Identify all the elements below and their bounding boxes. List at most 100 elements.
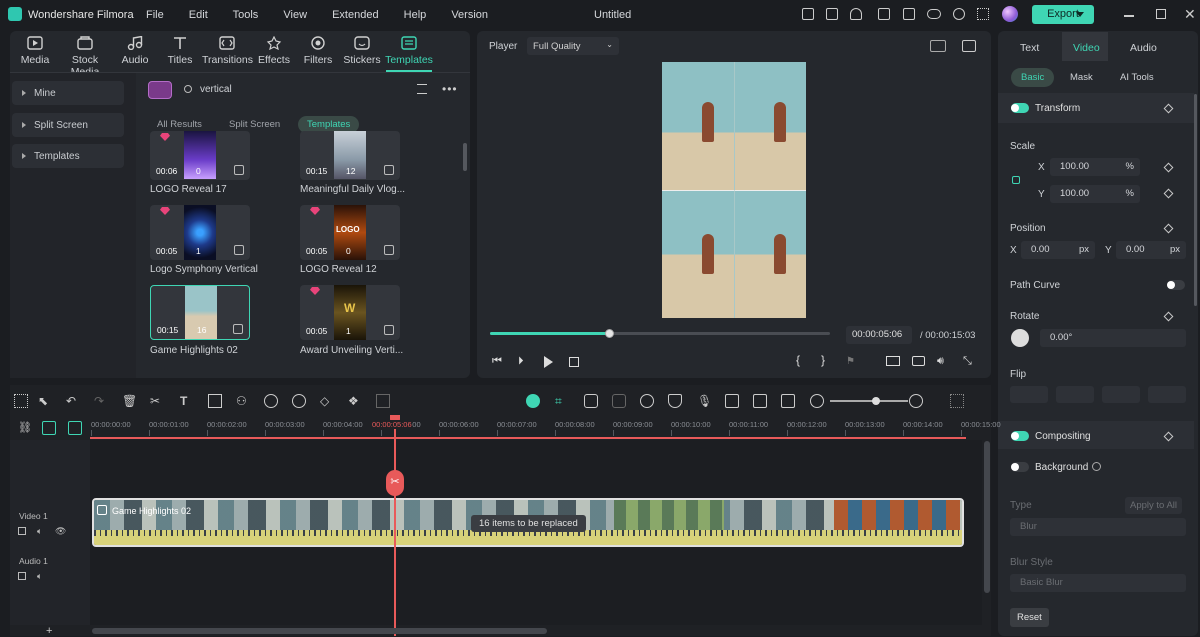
- type-select[interactable]: Blur: [1010, 518, 1186, 536]
- rotate-field[interactable]: 0.00°: [1040, 329, 1186, 347]
- text-icon[interactable]: T: [180, 394, 194, 408]
- sidebar-item-templates[interactable]: Templates: [12, 144, 124, 168]
- layout-grid-icon[interactable]: [14, 394, 28, 408]
- mark-out-icon[interactable]: }: [821, 353, 825, 367]
- gift-icon[interactable]: [802, 8, 814, 20]
- tab-all-results[interactable]: All Results: [157, 119, 202, 130]
- transform-toggle[interactable]: [1011, 103, 1029, 113]
- tab-split-screen[interactable]: Split Screen: [229, 119, 280, 130]
- toolbar-transitions[interactable]: Transitions: [202, 36, 253, 66]
- render-icon[interactable]: [612, 394, 626, 408]
- subtab-ai-tools[interactable]: AI Tools: [1120, 72, 1154, 83]
- playback-progress-track[interactable]: [490, 329, 830, 338]
- scale-y-field[interactable]: 100.00%: [1050, 185, 1140, 203]
- audio-meter-icon[interactable]: 🔊︎: [937, 355, 944, 368]
- auto-ripple-icon[interactable]: [584, 394, 598, 408]
- image-edit-icon[interactable]: [826, 8, 838, 20]
- ai-template-button[interactable]: [148, 81, 172, 99]
- track-lock-icon[interactable]: [18, 527, 26, 535]
- color-icon[interactable]: ⚇: [236, 394, 250, 408]
- toolbar-audio[interactable]: Audio: [110, 36, 160, 66]
- download-icon[interactable]: [233, 324, 243, 334]
- notification-icon[interactable]: [850, 8, 862, 20]
- save-icon[interactable]: [903, 8, 915, 20]
- redo-icon[interactable]: ↷: [94, 394, 108, 408]
- add-track-icon[interactable]: [42, 421, 56, 435]
- apply-to-all-button[interactable]: Apply to All: [1125, 497, 1182, 514]
- headset-icon[interactable]: [953, 8, 965, 20]
- menu-edit[interactable]: Edit: [189, 9, 208, 21]
- subtab-mask[interactable]: Mask: [1070, 72, 1093, 83]
- toolbar-stickers[interactable]: Stickers: [337, 36, 387, 66]
- marker-icon[interactable]: ⚑: [846, 356, 855, 367]
- template-card-selected[interactable]: 00:15 16: [150, 285, 250, 340]
- maximize-icon[interactable]: [1156, 9, 1166, 19]
- download-icon[interactable]: [384, 245, 394, 255]
- menu-version[interactable]: Version: [451, 9, 488, 21]
- export-dropdown-icon[interactable]: [1076, 12, 1084, 21]
- background-toggle[interactable]: [1011, 462, 1029, 472]
- track-manager-icon[interactable]: [68, 421, 82, 435]
- snap-icon[interactable]: ⌗: [555, 394, 569, 408]
- menu-tools[interactable]: Tools: [233, 9, 259, 21]
- select-cursor-icon[interactable]: ⬉: [38, 394, 52, 408]
- add-track-plus-icon[interactable]: +: [46, 625, 52, 637]
- speed-icon[interactable]: [292, 394, 306, 408]
- cloud-icon[interactable]: [927, 9, 941, 19]
- sidebar-item-split-screen[interactable]: Split Screen: [12, 113, 124, 137]
- rotate-dial[interactable]: [1011, 329, 1029, 347]
- template-card[interactable]: W 00:05 1: [300, 285, 400, 340]
- path-curve-toggle[interactable]: [1167, 280, 1185, 290]
- grid-apps-icon[interactable]: [977, 8, 989, 20]
- toolbar-effects[interactable]: Effects: [249, 36, 299, 66]
- split-icon[interactable]: ✂: [150, 394, 164, 408]
- zoom-in-icon[interactable]: [909, 394, 923, 408]
- playback-progress-handle[interactable]: [605, 329, 614, 338]
- menu-help[interactable]: Help: [404, 9, 427, 21]
- reset-button[interactable]: Reset: [1010, 608, 1049, 627]
- download-icon[interactable]: [384, 165, 394, 175]
- crop-icon[interactable]: [208, 394, 222, 408]
- rotate-counterclockwise-button[interactable]: [1148, 386, 1186, 403]
- template-card[interactable]: LOGO 00:05 0: [300, 205, 400, 260]
- toolbar-media[interactable]: Media: [10, 36, 60, 66]
- upload-icon[interactable]: [878, 8, 890, 20]
- position-y-field[interactable]: 0.00 px: [1116, 241, 1186, 259]
- search-input[interactable]: vertical: [200, 84, 400, 95]
- track-mute-icon[interactable]: 🔈︎: [37, 571, 42, 582]
- more-options-icon[interactable]: •••: [442, 82, 458, 96]
- undo-icon[interactable]: ↶: [66, 394, 80, 408]
- keyframe-tool-icon[interactable]: ◇: [320, 394, 334, 408]
- stop-icon[interactable]: [569, 357, 579, 367]
- track-lock-icon[interactable]: [18, 572, 26, 580]
- subtitle-icon[interactable]: [725, 394, 739, 408]
- tab-text[interactable]: Text: [1020, 42, 1039, 54]
- timeline-settings-icon[interactable]: [950, 394, 964, 408]
- microphone-icon[interactable]: 🎙︎: [697, 394, 712, 408]
- flip-horizontal-button[interactable]: [1010, 386, 1048, 403]
- avatar[interactable]: [1002, 6, 1018, 22]
- zoom-out-icon[interactable]: [810, 394, 824, 408]
- properties-scrollbar[interactable]: [1194, 94, 1197, 306]
- rotate-clockwise-button[interactable]: [1102, 386, 1140, 403]
- close-icon[interactable]: ✕: [1184, 7, 1196, 21]
- filter-icon[interactable]: [417, 84, 427, 94]
- blur-style-select[interactable]: Basic Blur: [1010, 574, 1186, 592]
- shield-icon[interactable]: [668, 394, 682, 408]
- screen-record-icon[interactable]: [753, 394, 767, 408]
- toolbar-titles[interactable]: Titles: [155, 36, 205, 66]
- minimize-icon[interactable]: [1124, 15, 1134, 17]
- track-visibility-icon[interactable]: 👁︎: [55, 526, 66, 537]
- group-icon[interactable]: [376, 394, 390, 408]
- download-icon[interactable]: [234, 245, 244, 255]
- toolbar-templates[interactable]: Templates: [383, 36, 435, 66]
- download-icon[interactable]: [234, 165, 244, 175]
- toolbar-filters[interactable]: Filters: [293, 36, 343, 66]
- template-card[interactable]: 00:06 0: [150, 131, 250, 180]
- flip-vertical-button[interactable]: [1056, 386, 1094, 403]
- delete-icon[interactable]: 🗑︎: [122, 394, 137, 408]
- ai-audio-icon[interactable]: [264, 394, 278, 408]
- link-icon[interactable]: ⛓︎: [18, 421, 32, 435]
- fullscreen-icon[interactable]: ⤡: [963, 355, 972, 368]
- timeline-vertical-scrollbar[interactable]: [984, 441, 990, 593]
